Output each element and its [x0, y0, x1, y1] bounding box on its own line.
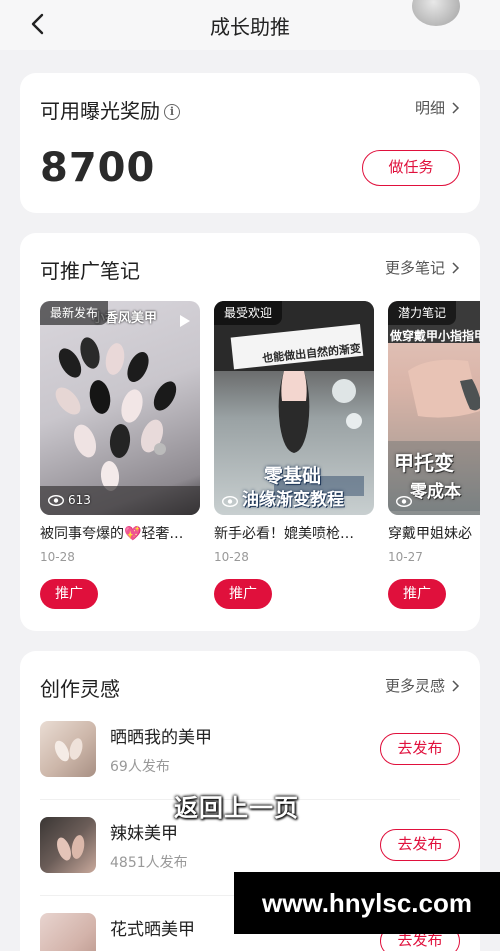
note-badge: 最受欢迎 [214, 301, 283, 325]
note-title[interactable]: 新手必看！媲美喷枪… [214, 523, 374, 543]
note-date: 10-27 [388, 550, 423, 564]
eye-icon [222, 496, 238, 507]
inspiration-row[interactable]: 晒晒我的美甲 69人发布 去发布 [40, 721, 460, 795]
view-count-value: 613 [68, 493, 91, 507]
nail-image [54, 738, 83, 762]
publish-button[interactable]: 去发布 [380, 829, 460, 861]
detail-link[interactable]: 明细 [415, 97, 460, 118]
note-badge: 潜力笔记 [388, 301, 457, 325]
inspiration-thumbnail [40, 913, 96, 951]
watermark: www.hnylsc.com [234, 872, 500, 934]
note-thumbnail[interactable]: 也能做出自然的渐变 零基础 油缘渐变教程 最受欢迎 [214, 301, 374, 515]
more-inspiration-label: 更多灵感 [384, 677, 445, 695]
view-count: 613 [48, 493, 91, 507]
notes-card: 可推广笔记 更多笔记 小香风美甲 最新发布 613 被同事夸爆的💖轻奢… 10-… [20, 233, 480, 631]
promote-button[interactable]: 推广 [40, 579, 98, 609]
more-inspiration-link[interactable]: 更多灵感 [385, 675, 460, 696]
note-badge: 最新发布 [40, 301, 109, 325]
view-count [222, 496, 242, 507]
inspiration-count: 4851人发布 [110, 855, 188, 871]
nail-image [214, 301, 374, 496]
publish-button[interactable]: 去发布 [380, 733, 460, 765]
do-task-button[interactable]: 做任务 [362, 150, 460, 186]
inspiration-name: 辣妹美甲 [110, 824, 178, 844]
reward-card: 可用曝光奖励 i 明细 8700 做任务 [20, 73, 480, 213]
nail-image [57, 835, 85, 861]
more-notes-link[interactable]: 更多笔记 [385, 257, 460, 278]
view-count [396, 496, 416, 507]
inspiration-thumbnail [40, 721, 96, 777]
note-date: 10-28 [40, 550, 75, 564]
reward-title: 可用曝光奖励 [40, 99, 160, 123]
inspiration-name: 花式晒美甲 [110, 920, 195, 940]
toast-text: 返回上一页 [174, 794, 299, 822]
notes-title: 可推广笔记 [40, 259, 140, 283]
info-icon[interactable]: i [164, 104, 180, 120]
promote-button[interactable]: 推广 [214, 579, 272, 609]
exposure-amount: 8700 [40, 145, 156, 191]
eye-icon [396, 496, 412, 507]
note-title[interactable]: 被同事夸爆的💖轻奢… [40, 523, 200, 543]
video-play-icon [180, 315, 190, 327]
promote-button[interactable]: 推广 [388, 579, 446, 609]
chevron-right-icon [452, 261, 460, 274]
note-date: 10-28 [214, 550, 249, 564]
inspiration-thumbnail [40, 817, 96, 873]
detail-label: 明细 [414, 99, 445, 117]
note-thumbnail[interactable]: 小香风美甲 最新发布 613 [40, 301, 200, 515]
eye-icon [48, 494, 64, 506]
top-bar: 成长助推 [0, 0, 500, 50]
nail-image [40, 337, 200, 515]
nail-image [388, 301, 480, 511]
inspiration-title: 创作灵感 [40, 677, 120, 701]
more-notes-label: 更多笔记 [384, 259, 445, 277]
inspiration-name: 晒晒我的美甲 [110, 728, 212, 748]
chevron-right-icon [452, 101, 460, 114]
note-thumbnail[interactable]: 做穿戴甲小指指甲 甲托变 零成本 潜力笔记 [388, 301, 480, 515]
inspiration-count: 69人发布 [110, 759, 170, 775]
chevron-right-icon [452, 679, 460, 692]
note-title[interactable]: 穿戴甲姐妹必 [388, 523, 480, 543]
